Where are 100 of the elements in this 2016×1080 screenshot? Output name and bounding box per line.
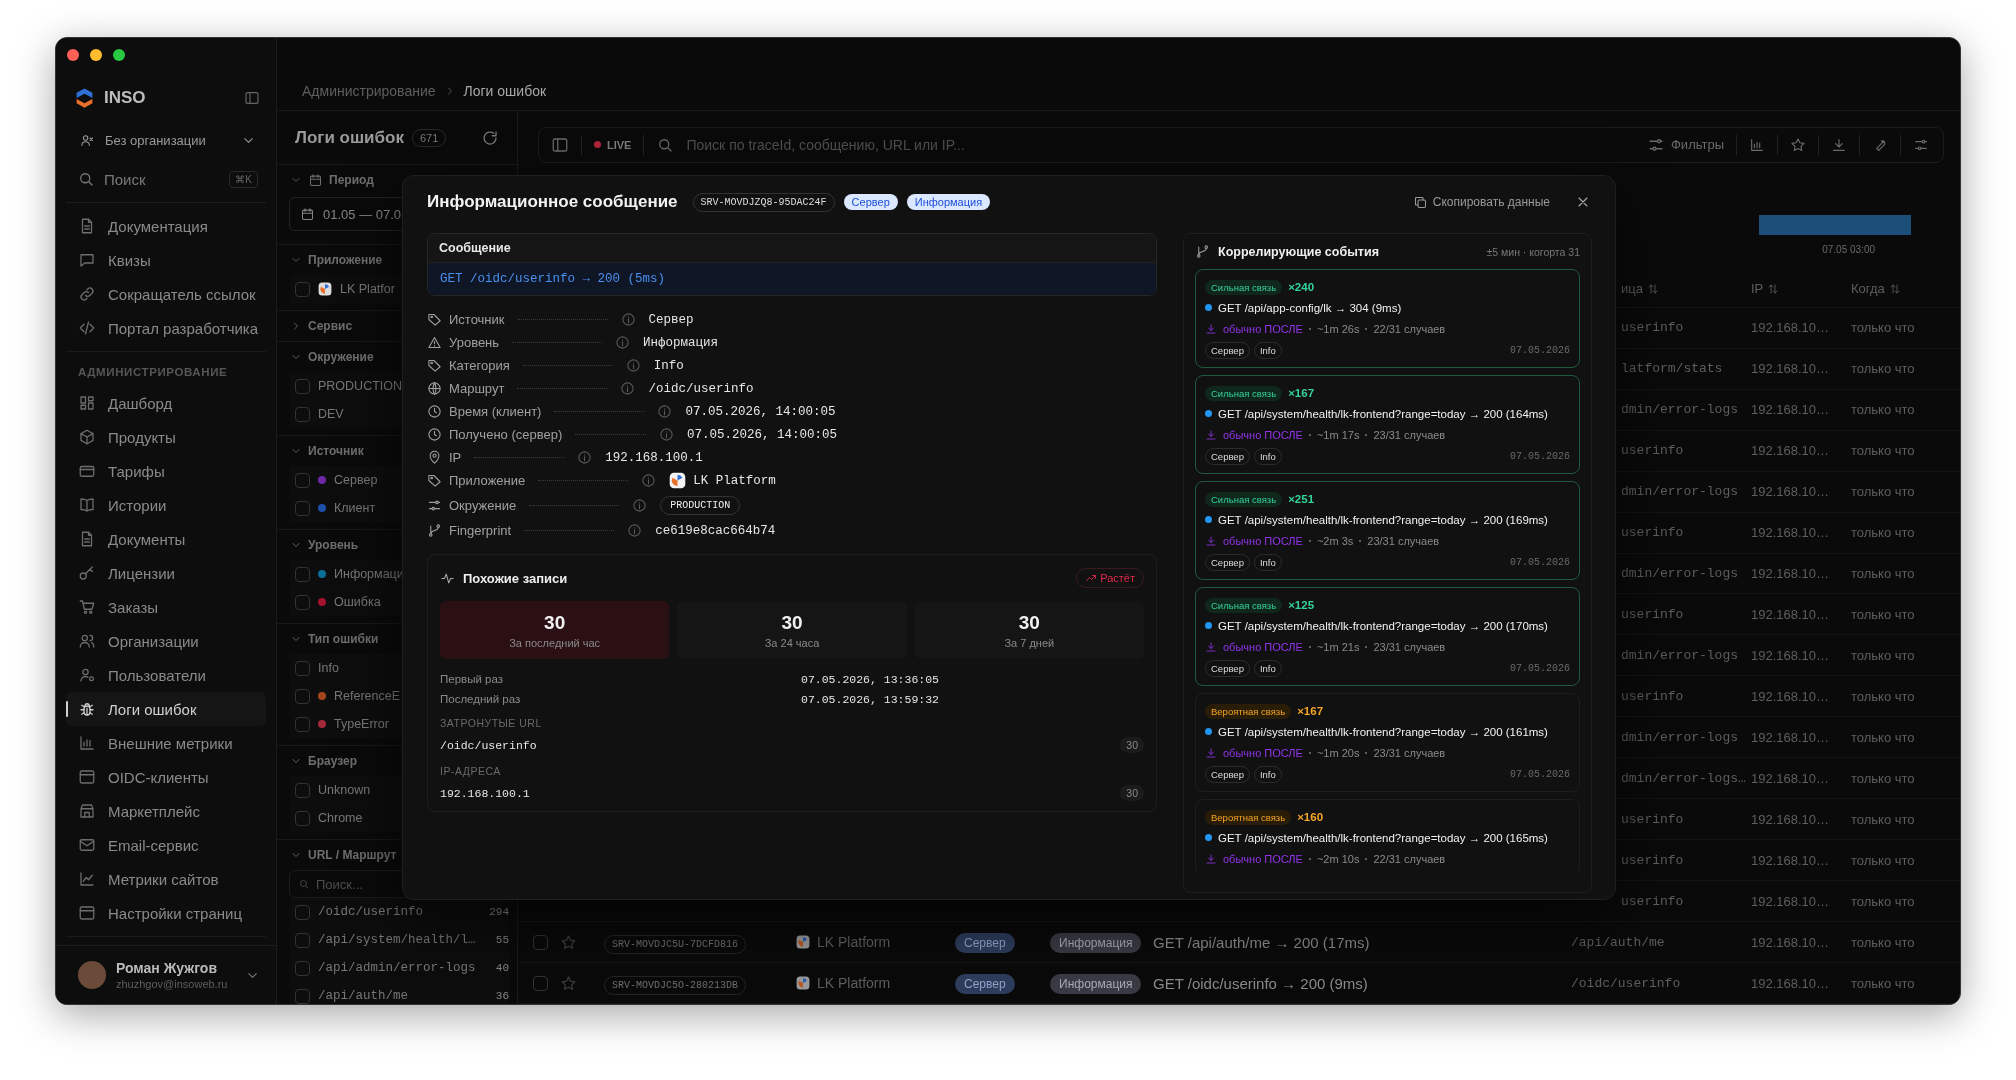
info-icon[interactable] (659, 427, 674, 442)
checkbox[interactable] (295, 688, 310, 704)
card-title: Коррелирующие события (1218, 244, 1379, 259)
star-icon[interactable] (560, 974, 577, 992)
info-icon[interactable] (620, 312, 636, 327)
filter-option[interactable]: Клиент (334, 501, 376, 515)
event-card[interactable]: Сильная связь ×240 GET /api/app-config/lk → 304 (9ms) обычно ПОСЛЕ ~1m 26s 22/31 случаев Сервер Info 07.05.2026 (1195, 269, 1580, 368)
maximize-window-button[interactable] (113, 49, 125, 61)
panel-toggle-icon[interactable] (551, 135, 569, 154)
nav-item[interactable]: Метрики сайтов (66, 862, 266, 896)
nav-item[interactable]: Дашборд (66, 386, 266, 420)
breadcrumb-link[interactable]: Администрирование (302, 83, 436, 99)
nav-item[interactable]: Документы (66, 522, 266, 556)
filter-option[interactable]: /oidc/userinfo (318, 905, 424, 919)
nav-item[interactable]: Пользователи (66, 658, 266, 692)
nav-item[interactable]: Тарифы (66, 454, 266, 488)
checkbox[interactable] (295, 960, 310, 976)
filter-option[interactable]: Info (318, 661, 339, 675)
bar-chart-icon (78, 734, 96, 752)
info-icon[interactable] (577, 450, 593, 465)
filter-option[interactable]: ReferenceE (334, 689, 400, 703)
nav-item[interactable]: Лицензии (66, 556, 266, 590)
chat-icon (78, 251, 96, 269)
nav-item[interactable]: Квизы (66, 243, 266, 277)
nav-item[interactable]: Заказы (66, 590, 266, 624)
column-header[interactable]: IP (1745, 281, 1845, 297)
checkbox[interactable] (295, 281, 310, 297)
filters-button[interactable]: Фильтры (1647, 135, 1724, 154)
card-title: Похожие записи (463, 570, 568, 586)
filter-option[interactable]: TypeError (334, 717, 389, 731)
filter-option[interactable]: Информаци (334, 567, 404, 581)
info-icon[interactable] (625, 358, 641, 373)
checkbox[interactable] (295, 660, 310, 676)
live-toggle[interactable]: LIVE (594, 138, 632, 151)
checkbox[interactable] (295, 406, 310, 422)
event-card[interactable]: Сильная связь ×167 GET /api/system/health/lk-frontend?range=today → 200 (164ms) обычно ПОСЛЕ ~1m 17s 23/31 случаев Сервер Info 07.05.2026 (1195, 375, 1580, 474)
nav-item[interactable]: Логи ошибок (66, 692, 266, 726)
bar-chart-icon[interactable] (1749, 136, 1765, 153)
star-icon[interactable] (1790, 136, 1806, 153)
nav-item[interactable]: Документация (66, 209, 266, 243)
checkbox[interactable] (533, 934, 548, 950)
checkbox[interactable] (295, 932, 310, 948)
field-label: Приложение (449, 473, 526, 488)
download-icon[interactable] (1831, 136, 1847, 153)
refresh-icon[interactable] (481, 128, 499, 147)
nav-item[interactable]: Организации (66, 624, 266, 658)
info-icon[interactable] (620, 381, 636, 396)
column-header[interactable]: Когда (1845, 281, 1960, 297)
sidebar-toggle-icon[interactable] (244, 90, 260, 106)
filter-option[interactable]: PRODUCTION (318, 379, 403, 393)
filter-option[interactable]: Ошибка (334, 595, 381, 609)
status-dot (1205, 728, 1212, 735)
nav-item[interactable]: Маркетплейс (66, 794, 266, 828)
info-icon[interactable] (641, 473, 657, 488)
info-icon[interactable] (632, 498, 648, 513)
event-card[interactable]: Сильная связь ×125 GET /api/system/health/lk-frontend?range=today → 200 (170ms) обычно ПОСЛЕ ~1m 21s 23/31 случаев Сервер Info 07.05.2026 (1195, 587, 1580, 686)
search-field[interactable]: Поиск ⌘K (66, 162, 266, 203)
checkbox[interactable] (295, 472, 310, 488)
filter-option[interactable]: /api/admin/error-logs (318, 961, 476, 975)
checkbox[interactable] (295, 378, 310, 394)
organization-selector[interactable]: Без организации (66, 124, 266, 156)
nav-item[interactable]: Внешние метрики (66, 726, 266, 760)
filter-option[interactable]: LK Platfor (340, 282, 395, 296)
filter-option[interactable]: DEV (318, 407, 344, 421)
nav-item[interactable]: OIDC-клиенты (66, 760, 266, 794)
card-title: Сообщение (428, 234, 1156, 263)
filter-option[interactable]: Сервер (334, 473, 378, 487)
filter-section-header[interactable]: Период (277, 165, 517, 195)
filter-section-header[interactable]: URL / Маршрут (277, 840, 517, 870)
nav-item[interactable]: Настройки страниц (66, 896, 266, 930)
checkbox[interactable] (295, 594, 310, 610)
filter-option[interactable]: Unknown (318, 783, 371, 797)
event-card[interactable]: Сильная связь ×251 GET /api/system/health/lk-frontend?range=today → 200 (169ms) обычно ПОСЛЕ ~2m 3s 23/31 случаев Сервер Info 07.05.2026 (1195, 481, 1580, 580)
filter-option[interactable]: /api/system/health/l… (318, 933, 476, 947)
nav-item[interactable]: Портал разработчика (66, 311, 266, 345)
filter-option[interactable]: Chrome (318, 811, 363, 825)
nav-item[interactable]: Продукты (66, 420, 266, 454)
info-icon[interactable] (657, 404, 673, 419)
nav-item[interactable]: Сокращатель ссылок (66, 277, 266, 311)
checkbox[interactable] (295, 782, 310, 798)
link-icon (78, 285, 96, 303)
checkbox[interactable] (295, 566, 310, 582)
nav-item[interactable]: Email-сервис (66, 828, 266, 862)
checkbox[interactable] (295, 904, 310, 920)
nav-item[interactable]: Истории (66, 488, 266, 522)
event-card[interactable]: Вероятная связь ×167 GET /api/system/health/lk-frontend?range=today → 200 (161ms) обычно ПОСЛЕ ~1m 20s 23/31 случаев Сервер Info 07.05.2026 (1195, 693, 1580, 792)
star-icon[interactable] (560, 933, 577, 951)
close-window-button[interactable] (67, 49, 79, 61)
checkbox[interactable] (295, 988, 310, 1004)
minimize-window-button[interactable] (90, 49, 102, 61)
info-icon[interactable] (627, 523, 643, 538)
table-cell-text: только что (1850, 934, 1916, 950)
filter-option[interactable]: /api/auth/me (318, 989, 408, 1003)
checkbox[interactable] (295, 810, 310, 826)
copy-data-button[interactable]: Скопировать данные (1412, 194, 1550, 210)
search-field[interactable]: Поиск по traceId, сообщению, URL или IP... (686, 136, 1635, 153)
checkbox[interactable] (295, 716, 310, 732)
checkbox[interactable] (533, 975, 548, 991)
info-icon[interactable] (615, 335, 631, 350)
checkbox[interactable] (295, 500, 310, 516)
